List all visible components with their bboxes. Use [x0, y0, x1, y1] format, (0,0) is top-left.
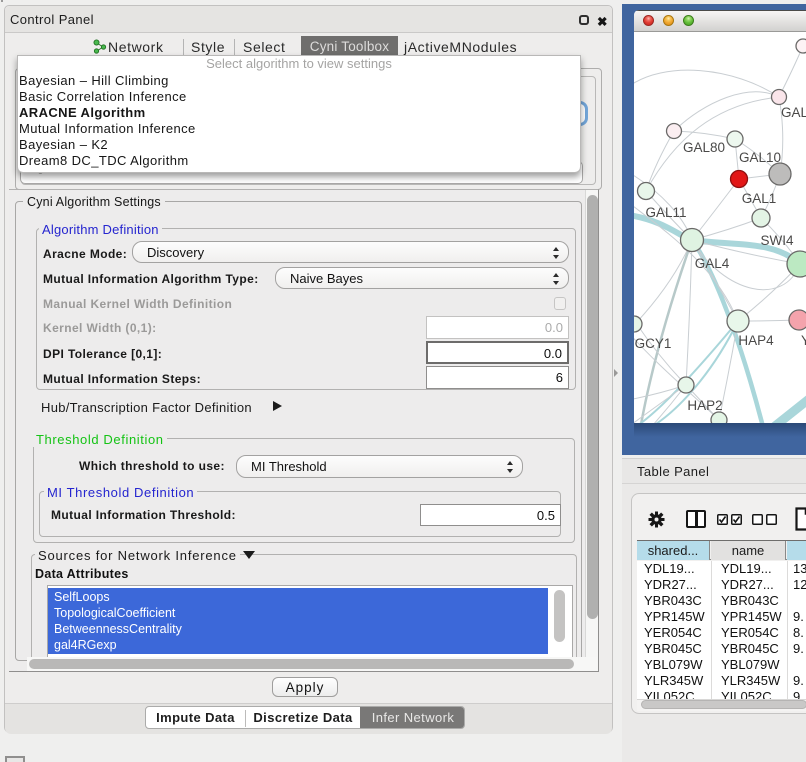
svg-text:GAL80: GAL80 — [683, 140, 725, 155]
svg-text:GAL1: GAL1 — [742, 191, 777, 206]
svg-text:Y: Y — [801, 333, 806, 348]
svg-text:GCY1: GCY1 — [635, 336, 672, 351]
svg-text:GAL11: GAL11 — [645, 205, 686, 220]
svg-text:HAP4: HAP4 — [738, 333, 774, 348]
svg-text:GAL7: GAL7 — [781, 105, 806, 120]
svg-text:HAP2: HAP2 — [687, 398, 722, 413]
svg-text:SWI4: SWI4 — [760, 233, 793, 248]
svg-text:GAL4: GAL4 — [695, 256, 730, 271]
svg-text:GAL10: GAL10 — [739, 150, 781, 165]
